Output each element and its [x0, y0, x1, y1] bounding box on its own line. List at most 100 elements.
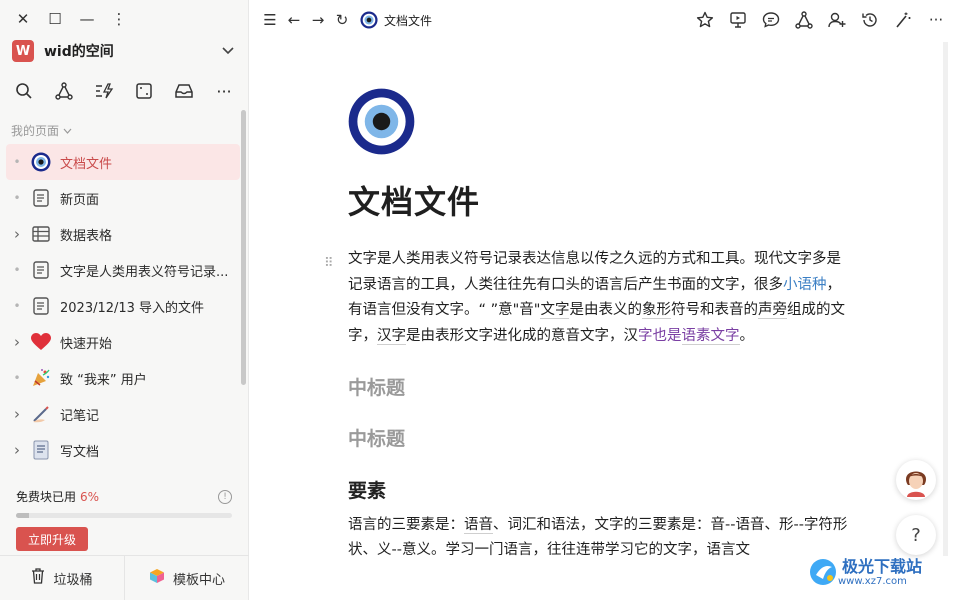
magic-wand-icon[interactable] — [891, 8, 915, 32]
watermark-url: www.xz7.com — [838, 575, 907, 587]
bullet-marker: • — [13, 191, 21, 205]
quota-progress-fill — [16, 513, 29, 518]
add-user-icon[interactable] — [825, 8, 849, 32]
avatar — [899, 463, 933, 497]
page-icon-evil-eye[interactable] — [348, 88, 415, 155]
paragraph[interactable]: 语言的三要素是：语音、词汇和语法，文字的三要素是：音--语音、形--字符形状、义… — [348, 513, 848, 563]
chevron-right-icon[interactable]: › — [10, 405, 24, 423]
template-center-button[interactable]: 模板中心 — [124, 556, 249, 600]
sidebar-scrollbar[interactable] — [241, 110, 246, 385]
chevron-right-icon[interactable]: › — [10, 225, 24, 243]
watermark: 极光下载站 www.xz7.com — [808, 548, 954, 596]
inbox-icon[interactable] — [172, 80, 196, 102]
heading[interactable]: 要素 — [348, 476, 848, 503]
trash-label: 垃圾桶 — [53, 572, 93, 588]
text-run: 是由表形文字进化成的意音文字，汉 — [406, 327, 638, 344]
drag-handle-icon[interactable]: ⠿ — [324, 251, 334, 277]
page-label: 文档文件 — [60, 156, 113, 172]
page-label: 新页面 — [60, 192, 100, 208]
bullet-marker: • — [13, 155, 21, 169]
quota-percent: 6% — [80, 489, 100, 504]
text-run: 文字是人类用表义符号记录表达信息以传之久远的方式和工具。现代文字多是记录语言的工… — [348, 251, 841, 293]
section-my-pages[interactable]: 我的页面 — [11, 122, 72, 139]
bullet-marker: • — [13, 263, 21, 277]
trash-icon — [31, 568, 45, 588]
forward-arrow-icon[interactable]: → — [306, 8, 330, 32]
workspace-switcher[interactable]: W wid的空间 — [12, 38, 236, 64]
link[interactable]: 声旁 — [757, 302, 787, 319]
more-horizontal-icon[interactable]: ··· — [924, 8, 948, 32]
heading[interactable]: 中标题 — [348, 373, 848, 400]
workspace-name: wid的空间 — [44, 44, 114, 60]
page-label: 数据表格 — [60, 228, 113, 244]
editor-scrollbar[interactable] — [943, 42, 948, 556]
paragraph[interactable]: ⠿ 文字是人类用表义符号记录表达信息以传之久远的方式和工具。现代文字多是记录语言… — [324, 247, 848, 349]
link[interactable]: 语音 — [464, 517, 493, 534]
chevron-down-icon — [220, 47, 236, 55]
watermark-logo-icon — [810, 559, 836, 585]
page-label: 致 “我来” 用户 — [60, 372, 147, 388]
chevron-right-icon[interactable]: › — [10, 441, 24, 459]
text-run: 语言的三要素是： — [348, 517, 464, 533]
breadcrumb-title: 文档文件 — [384, 13, 433, 28]
quota-panel: 免费块已用 6% ! 立即升级 — [16, 488, 232, 551]
link[interactable]: 文字 — [540, 302, 570, 319]
sidebar-toolbar: ··· — [12, 80, 236, 102]
template-center-label: 模板中心 — [172, 572, 225, 588]
bullet-marker: • — [13, 371, 21, 385]
sidebar-footer: 垃圾桶 模板中心 — [0, 555, 249, 600]
page-item-imported[interactable]: • 2023/12/13 导入的文件 — [6, 288, 240, 324]
menu-icon[interactable]: ☰ — [258, 8, 282, 32]
page-item-datatable[interactable]: › 数据表格 — [6, 216, 240, 252]
page-label: 写文档 — [60, 444, 100, 460]
chevron-down-icon — [63, 128, 72, 134]
graph-icon[interactable] — [792, 8, 816, 32]
graph-icon[interactable] — [52, 80, 76, 102]
present-icon[interactable] — [726, 8, 750, 32]
star-icon[interactable] — [693, 8, 717, 32]
chevron-right-icon[interactable]: › — [10, 333, 24, 351]
quick-action-icon[interactable] — [92, 80, 116, 102]
page-item-notes[interactable]: › 记笔记 — [6, 396, 240, 432]
heading[interactable]: 中标题 — [348, 424, 848, 451]
evil-eye-icon — [30, 151, 52, 173]
workspace-logo: W — [12, 40, 34, 62]
section-label: 我的页面 — [11, 124, 60, 138]
heart-icon — [30, 331, 52, 353]
page-item-newpage[interactable]: • 新页面 — [6, 180, 240, 216]
document-icon — [30, 295, 52, 317]
page-label: 记笔记 — [60, 408, 100, 424]
link[interactable]: 象形 — [641, 302, 671, 319]
page-item-welcome[interactable]: • 致 “我来” 用户 — [6, 360, 240, 396]
focus-frame-icon[interactable] — [132, 80, 156, 102]
watermark-text: 极光下载站 — [842, 556, 923, 576]
search-icon[interactable] — [12, 80, 36, 102]
link[interactable]: 汉字 — [377, 327, 406, 345]
page-item-writedoc[interactable]: › 写文档 — [6, 432, 240, 468]
page-label: 快速开始 — [60, 336, 113, 352]
back-arrow-icon[interactable]: ← — [282, 8, 306, 32]
page-item-docfile[interactable]: • 文档文件 — [6, 144, 240, 180]
page-item-text[interactable]: • 文字是人类用表义符号记录... — [6, 252, 240, 288]
close-icon[interactable]: ✕ — [14, 8, 32, 30]
page-item-quickstart[interactable]: › 快速开始 — [6, 324, 240, 360]
info-icon[interactable]: ! — [218, 489, 232, 504]
breadcrumb[interactable]: 文档文件 — [360, 11, 432, 29]
minimize-icon[interactable]: — — [78, 8, 96, 30]
more-horizontal-icon[interactable]: ··· — [212, 80, 236, 102]
refresh-icon[interactable]: ↻ — [330, 8, 354, 32]
link[interactable]: 小语种 — [783, 277, 827, 293]
more-vertical-icon[interactable]: ⋮ — [110, 8, 128, 30]
upgrade-button[interactable]: 立即升级 — [16, 527, 88, 551]
comment-icon[interactable] — [759, 8, 783, 32]
document-icon — [30, 187, 52, 209]
link[interactable]: 字也是 — [638, 328, 682, 344]
history-icon[interactable] — [858, 8, 882, 32]
assistant-avatar-button[interactable] — [896, 460, 936, 500]
trash-button[interactable]: 垃圾桶 — [0, 556, 124, 600]
page-label: 2023/12/13 导入的文件 — [60, 300, 205, 316]
page-title[interactable]: 文档文件 — [348, 177, 848, 223]
maximize-icon[interactable]: ☐ — [46, 8, 64, 30]
link[interactable]: 语素文字 — [681, 327, 740, 345]
page-tree: • 文档文件 • 新页面 › 数据表格 • 文字是人类用表义符号记录... • … — [6, 144, 240, 468]
